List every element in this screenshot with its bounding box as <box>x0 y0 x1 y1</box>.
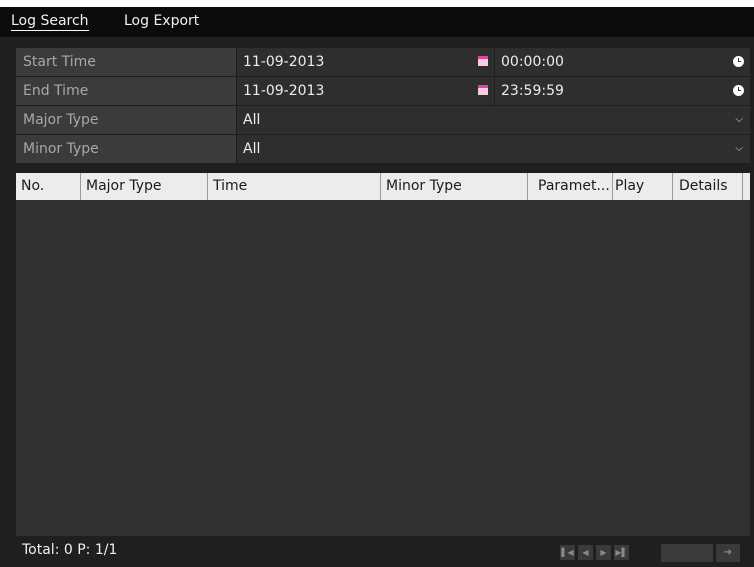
start-time-label: Start Time <box>16 48 236 76</box>
column-header-filler <box>743 173 750 200</box>
log-search-window: Log Search Log Export Start Time 11-09-2… <box>0 7 754 567</box>
column-header-play[interactable]: Play <box>613 173 673 200</box>
column-header-time[interactable]: Time <box>208 173 381 200</box>
start-date-value: 11-09-2013 <box>243 54 325 70</box>
log-results-table: No. Major Type Time Minor Type Paramet..… <box>16 173 750 537</box>
go-arrow-icon[interactable]: ➜ <box>716 544 740 562</box>
end-date-value: 11-09-2013 <box>243 83 325 99</box>
column-header-parameter[interactable]: Paramet... <box>528 173 613 200</box>
prev-page-icon[interactable]: ◀ <box>578 545 593 560</box>
pagination-bar: Total: 0 P: 1/1 ▌◀ ◀ ▶ ▶▌ ➜ <box>16 536 750 567</box>
last-page-icon[interactable]: ▶▌ <box>614 545 629 560</box>
column-header-no[interactable]: No. <box>16 173 81 200</box>
end-time-value: 23:59:59 <box>501 83 564 99</box>
table-header: No. Major Type Time Minor Type Paramet..… <box>16 173 750 200</box>
start-time-value: 00:00:00 <box>501 54 564 70</box>
column-header-minor-type[interactable]: Minor Type <box>381 173 528 200</box>
search-filters: Start Time 11-09-2013 00:00:00 End Time … <box>16 48 750 164</box>
minor-type-value: All <box>243 141 261 157</box>
major-type-value: All <box>243 112 261 128</box>
tab-log-search[interactable]: Log Search <box>11 13 89 31</box>
end-date-field[interactable]: 11-09-2013 <box>237 77 494 105</box>
next-page-icon[interactable]: ▶ <box>596 545 611 560</box>
end-time-field[interactable]: 23:59:59 <box>495 77 750 105</box>
calendar-icon[interactable] <box>478 85 488 95</box>
minor-type-row: Minor Type All ⌵ <box>16 135 750 163</box>
total-status: Total: 0 P: 1/1 <box>22 542 118 558</box>
chevron-down-icon[interactable]: ⌵ <box>735 135 743 163</box>
minor-type-label: Minor Type <box>16 135 236 163</box>
end-time-row: End Time 11-09-2013 23:59:59 <box>16 77 750 105</box>
page-number-input[interactable] <box>661 544 713 562</box>
tab-bar: Log Search Log Export <box>0 7 754 37</box>
start-date-field[interactable]: 11-09-2013 <box>237 48 494 76</box>
column-header-details[interactable]: Details <box>673 173 743 200</box>
major-type-row: Major Type All ⌵ <box>16 106 750 134</box>
column-header-major-type[interactable]: Major Type <box>81 173 208 200</box>
tab-log-export[interactable]: Log Export <box>124 13 199 29</box>
clock-icon[interactable] <box>733 85 744 96</box>
start-time-field[interactable]: 00:00:00 <box>495 48 750 76</box>
end-time-label: End Time <box>16 77 236 105</box>
minor-type-select[interactable]: All ⌵ <box>237 135 750 163</box>
start-time-row: Start Time 11-09-2013 00:00:00 <box>16 48 750 76</box>
first-page-icon[interactable]: ▌◀ <box>560 545 575 560</box>
chevron-down-icon[interactable]: ⌵ <box>735 106 743 134</box>
calendar-icon[interactable] <box>478 56 488 66</box>
major-type-label: Major Type <box>16 106 236 134</box>
major-type-select[interactable]: All ⌵ <box>237 106 750 134</box>
clock-icon[interactable] <box>733 56 744 67</box>
